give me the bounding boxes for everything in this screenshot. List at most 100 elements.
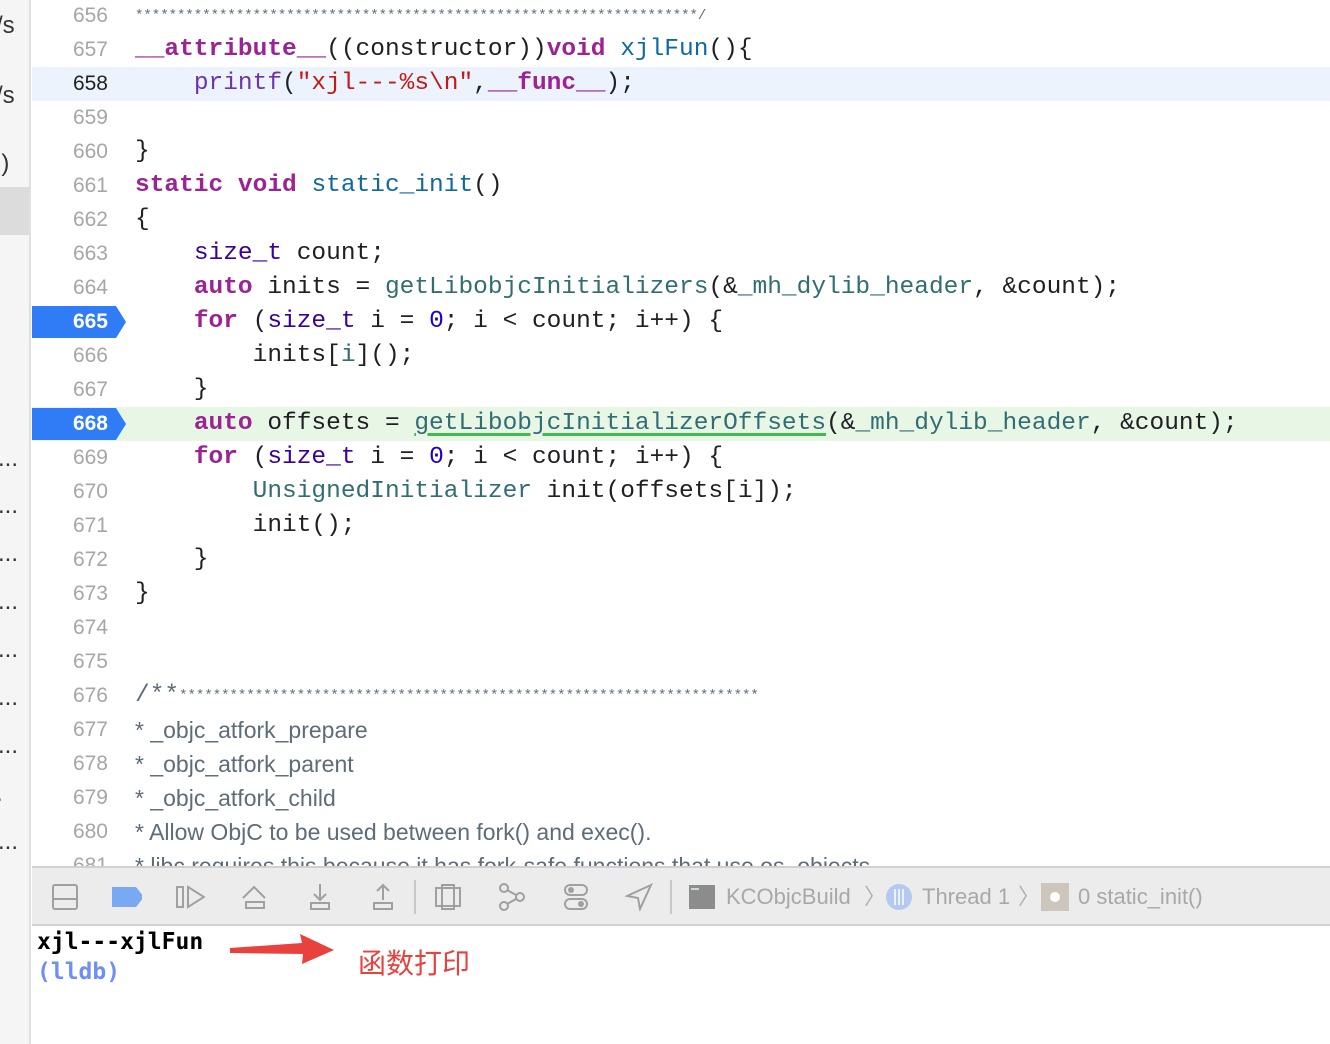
code-line[interactable]: 663 size_t count; xyxy=(32,237,1330,271)
code-token: size_t xyxy=(267,308,356,335)
step-out-icon[interactable] xyxy=(368,882,398,912)
code-token: (& xyxy=(826,410,856,437)
code-line[interactable]: 670 UnsignedInitializer init(offsets[i])… xyxy=(32,475,1330,509)
step-over-icon[interactable] xyxy=(240,882,270,912)
code-token: auto xyxy=(193,274,253,301)
code-token: (){ xyxy=(708,36,753,63)
sidebar-item[interactable]: /s xyxy=(0,82,15,110)
code-text: for (size_t i = 0; i < count; i++) { xyxy=(135,441,723,475)
view-hierarchy-icon[interactable] xyxy=(433,882,463,912)
sidebar-item[interactable]: . xyxy=(0,780,3,808)
line-number: 656 xyxy=(72,4,108,27)
code-line[interactable]: 672 } xyxy=(32,543,1330,577)
code-line[interactable]: 659 xyxy=(32,101,1330,135)
sidebar-item[interactable]: ... xyxy=(0,445,18,473)
code-token: i xyxy=(340,342,356,369)
code-token: (& xyxy=(708,274,738,301)
chevron-right-icon: 〉 xyxy=(864,884,887,909)
code-token: inits = xyxy=(252,274,385,301)
code-line[interactable]: 679 * _objc_atfork_child xyxy=(32,781,1330,815)
code-line[interactable]: 671 init(); xyxy=(32,509,1330,543)
sidebar-item[interactable]: ... xyxy=(0,828,18,856)
code-text: static void static_init() xyxy=(135,169,503,203)
code-line[interactable]: 675 xyxy=(32,645,1330,679)
code-line[interactable]: 677 * _objc_atfork_prepare xyxy=(32,713,1330,747)
line-number: 669 xyxy=(72,446,108,469)
line-number: 676 xyxy=(72,684,108,707)
annotation-label: 函数打印 xyxy=(358,948,471,979)
code-token: ****************************************… xyxy=(135,8,707,24)
code-token: () xyxy=(473,172,503,199)
code-line[interactable]: 673} xyxy=(32,577,1330,611)
code-token: } xyxy=(135,138,150,165)
memory-graph-icon[interactable] xyxy=(497,882,527,912)
code-token: printf xyxy=(193,70,283,97)
navigator-sidebar: /s/s l)......................... xyxy=(0,0,31,1044)
code-line[interactable]: 658 printf("xjl---%s\n",__func__); xyxy=(32,67,1330,101)
breadcrumb-thread[interactable]: Thread 1 xyxy=(922,882,1010,912)
sidebar-item[interactable]: l) xyxy=(0,150,9,178)
code-line[interactable]: 678 * _objc_atfork_parent xyxy=(32,747,1330,781)
code-line[interactable]: 657 __attribute__((constructor))void xjlF… xyxy=(32,33,1330,67)
code-line[interactable]: 681 * libc requires this because it has f… xyxy=(32,849,1330,866)
hide-debug-area-icon[interactable] xyxy=(50,882,80,912)
code-line[interactable]: 680 * Allow ObjC to be used between fork(… xyxy=(32,815,1330,849)
debug-console[interactable]: xjl---xjlFun (lldb) 函数打印 xyxy=(32,926,1330,1044)
code-line[interactable]: 665 for (size_t i = 0; i < count; i++) { xyxy=(32,305,1330,339)
source-editor[interactable]: 656 *************************************… xyxy=(32,0,1330,866)
line-number: 658 xyxy=(72,72,108,95)
code-line[interactable]: 661 static void static_init() xyxy=(32,169,1330,203)
sidebar-selection[interactable] xyxy=(0,187,29,235)
code-token: ; i < count; i++) { xyxy=(443,308,724,335)
code-line[interactable]: 667 } xyxy=(32,373,1330,407)
sidebar-item[interactable]: ... xyxy=(0,636,18,664)
code-line[interactable]: 676 /************************************… xyxy=(32,679,1330,713)
breakpoints-toggle-icon[interactable] xyxy=(112,882,142,912)
code-line[interactable]: 669 for (size_t i = 0; i < count; i++) { xyxy=(32,441,1330,475)
code-token: ); xyxy=(605,70,635,97)
code-token: __attribute__ xyxy=(135,36,327,63)
code-token: xjlFun xyxy=(620,36,709,63)
step-into-icon[interactable] xyxy=(305,882,335,912)
code-token: getLibobjcInitializerOffsets xyxy=(414,410,827,437)
line-number: 665 xyxy=(72,310,108,333)
code-token: , &count); xyxy=(1090,410,1238,437)
code-token: inits[ xyxy=(135,342,341,369)
code-line[interactable]: 660} xyxy=(32,135,1330,169)
code-text: * libc requires this because it has fork… xyxy=(135,849,877,866)
sidebar-item[interactable]: /s xyxy=(0,12,15,40)
environment-overrides-icon[interactable] xyxy=(561,882,591,912)
code-text: auto offsets = getLibobjcInitializerOffs… xyxy=(135,407,1238,441)
code-token: init(offsets[i]); xyxy=(531,478,797,505)
code-token: /** xyxy=(135,682,180,709)
sidebar-item[interactable]: ... xyxy=(0,588,18,616)
line-number: 657 xyxy=(72,38,108,61)
code-token: { xyxy=(135,206,150,233)
sidebar-item[interactable]: ... xyxy=(0,540,18,568)
breadcrumb-process[interactable]: KCObjcBuild xyxy=(726,882,851,912)
code-line[interactable]: 656 *************************************… xyxy=(32,0,1330,33)
code-line[interactable]: 674 xyxy=(32,611,1330,645)
code-token: static xyxy=(135,172,224,199)
continue-icon[interactable] xyxy=(175,882,205,912)
toolbar-divider xyxy=(414,880,416,914)
sidebar-item[interactable]: ... xyxy=(0,732,18,760)
code-line[interactable]: 666 inits[i](); xyxy=(32,339,1330,373)
code-text: } xyxy=(135,135,150,169)
simulate-location-icon[interactable] xyxy=(624,882,654,912)
code-text: * _objc_atfork_parent xyxy=(135,747,354,781)
sidebar-item[interactable]: ... xyxy=(0,492,18,520)
line-number: 667 xyxy=(72,378,108,401)
code-line[interactable]: 664 auto inits = getLibobjcInitializers(… xyxy=(32,271,1330,305)
code-text: } xyxy=(135,577,150,611)
breadcrumb-frame[interactable]: 0 static_init() xyxy=(1078,882,1203,912)
line-number: 659 xyxy=(72,106,108,129)
code-token: "xjl---%s\n" xyxy=(296,70,474,97)
sidebar-item[interactable]: ... xyxy=(0,684,18,712)
code-text: * Allow ObjC to be used between fork() a… xyxy=(135,815,651,849)
code-line[interactable]: 668 auto offsets = getLibobjcInitializer… xyxy=(32,407,1330,441)
code-line[interactable]: 662 { xyxy=(32,203,1330,237)
